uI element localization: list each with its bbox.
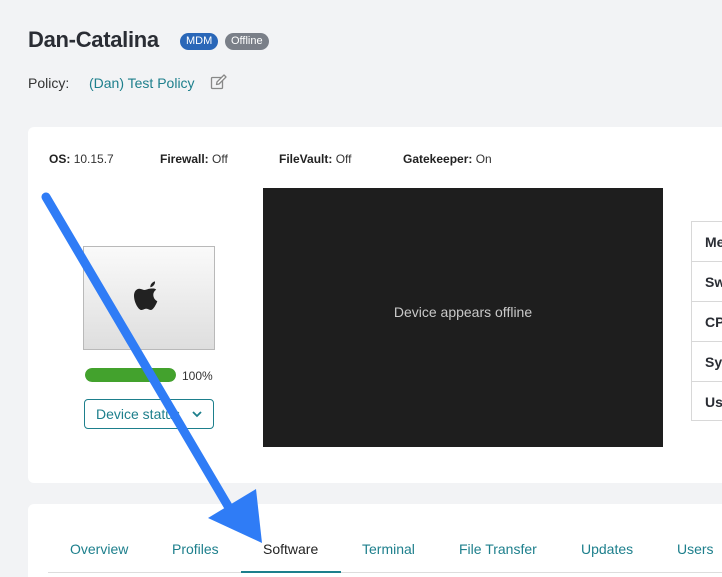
info-row-users: Us <box>691 381 722 421</box>
filevault-stat: FileVault: Off <box>279 152 351 166</box>
info-row-system: Sy <box>691 341 722 381</box>
policy-label: Policy: <box>28 75 70 91</box>
tabs-divider <box>48 572 722 573</box>
tab-users[interactable]: Users <box>677 541 714 557</box>
info-row-swap: Sw <box>691 261 722 301</box>
firewall-stat: Firewall: Off <box>160 152 228 166</box>
firewall-value: Off <box>212 152 228 166</box>
tab-updates[interactable]: Updates <box>581 541 633 557</box>
active-tab-indicator <box>241 571 341 573</box>
chevron-down-icon <box>192 411 202 418</box>
tab-software[interactable]: Software <box>263 541 318 557</box>
device-status-button[interactable]: Device status <box>84 399 214 429</box>
info-row-cpu: CP <box>691 301 722 341</box>
device-thumbnail <box>83 246 215 350</box>
device-info-list: Me Sw CP Sy Us <box>691 221 722 421</box>
tab-overview[interactable]: Overview <box>70 541 128 557</box>
tab-terminal[interactable]: Terminal <box>362 541 415 557</box>
policy-link[interactable]: (Dan) Test Policy <box>89 75 195 91</box>
tab-file-transfer[interactable]: File Transfer <box>459 541 537 557</box>
gatekeeper-value: On <box>475 152 492 166</box>
offline-message: Device appears offline <box>393 304 533 320</box>
os-value: 10.15.7 <box>73 152 114 166</box>
gatekeeper-label: Gatekeeper: <box>403 152 473 166</box>
progress-bar <box>85 368 176 382</box>
info-row-memory: Me <box>691 221 722 261</box>
os-label: OS: <box>49 152 71 166</box>
progress-bar-fill <box>85 368 176 382</box>
device-title: Dan-Catalina <box>28 27 159 52</box>
device-detail-page: Dan-Catalina MDM Offline Policy: (Dan) T… <box>0 0 722 577</box>
offline-status-badge: Offline <box>225 33 269 50</box>
edit-icon[interactable] <box>210 74 227 91</box>
progress-percent: 100% <box>182 369 213 383</box>
apple-logo-icon <box>134 281 158 310</box>
mdm-badge: MDM <box>180 33 219 50</box>
filevault-label: FileVault: <box>279 152 333 166</box>
tab-profiles[interactable]: Profiles <box>172 541 219 557</box>
os-stat: OS: 10.15.7 <box>49 152 114 166</box>
firewall-label: Firewall: <box>160 152 209 166</box>
remote-screen-preview: Device appears offline <box>263 188 663 447</box>
filevault-value: Off <box>335 152 352 166</box>
gatekeeper-stat: Gatekeeper: On <box>403 152 492 166</box>
device-status-label: Device status <box>96 406 181 422</box>
